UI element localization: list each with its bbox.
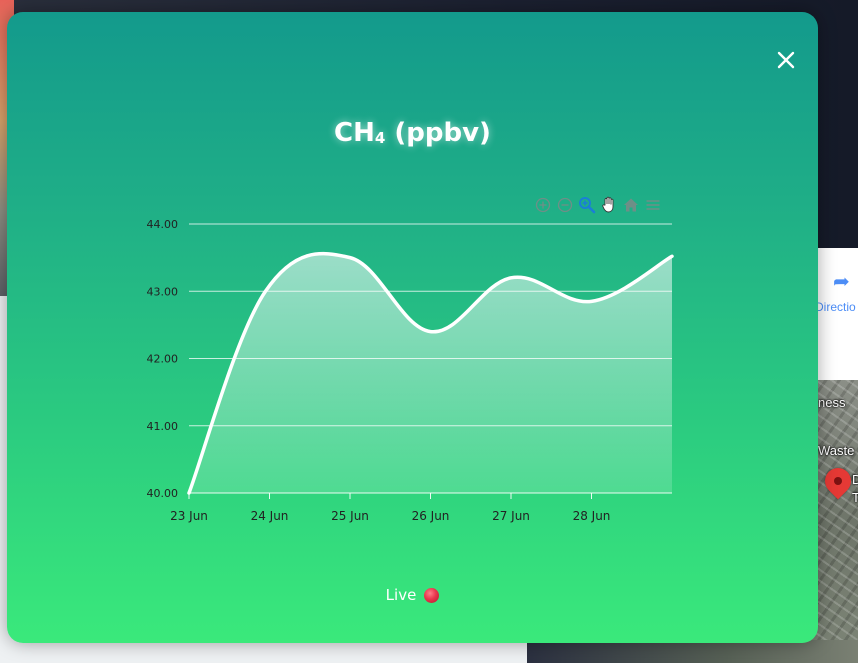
x-tick-label: 28 Jun xyxy=(573,509,611,523)
home-reset-icon xyxy=(624,198,638,212)
x-tick-label: 23 Jun xyxy=(170,509,208,523)
y-tick-label: 43.00 xyxy=(147,285,179,298)
zoom-out-icon xyxy=(557,197,573,213)
y-tick-label: 41.00 xyxy=(147,420,179,433)
zoom-in-icon xyxy=(535,197,551,213)
chart-modal: CH4 (ppbv) 40.00 41.00 42.00 43.00 44.00… xyxy=(7,12,818,643)
map-label: Waste xyxy=(818,443,855,458)
x-tick-label: 24 Jun xyxy=(251,509,289,523)
y-tick-label: 42.00 xyxy=(147,353,179,366)
map-label: D xyxy=(852,472,858,487)
series-area xyxy=(189,253,672,493)
map-label: ness xyxy=(818,395,846,410)
live-label: Live xyxy=(385,586,417,604)
close-button[interactable] xyxy=(773,48,799,74)
ch4-area-chart: 40.00 41.00 42.00 43.00 44.00 23 Jun 24 Jun 25… xyxy=(147,218,674,523)
directions-icon[interactable]: ➦ xyxy=(833,270,855,292)
y-axis: 40.00 41.00 42.00 43.00 44.00 xyxy=(147,218,179,500)
directions-label[interactable]: Directio xyxy=(815,300,856,314)
background-map-bottom xyxy=(527,640,858,663)
menu-icon xyxy=(646,200,660,210)
y-tick-label: 40.00 xyxy=(147,487,179,500)
x-tick-label: 27 Jun xyxy=(492,509,530,523)
x-tick-label: 26 Jun xyxy=(412,509,450,523)
close-icon xyxy=(777,51,795,69)
map-label: T xyxy=(852,490,858,505)
x-tick-label: 25 Jun xyxy=(331,509,369,523)
live-status-dot xyxy=(424,587,440,603)
x-axis: 23 Jun 24 Jun 25 Jun 26 Jun 27 Jun 28 Jun xyxy=(170,493,610,523)
modal-title: CH4 (ppbv) xyxy=(334,118,491,148)
y-tick-label: 44.00 xyxy=(147,218,179,231)
live-indicator: Live xyxy=(7,586,818,604)
